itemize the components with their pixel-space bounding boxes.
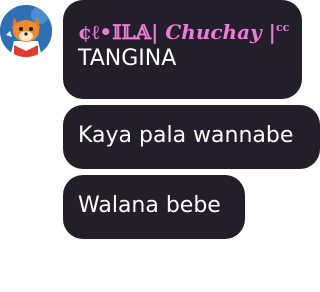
sender-name[interactable]: ¢ℓ•𝕀𝕃𝔸| Chuchay |cc [78, 14, 290, 44]
message-text: Walana bebe [78, 193, 221, 218]
message-text: Kaya pala wannabe [78, 123, 294, 148]
sender-name-prefix: ¢ℓ•𝕀𝕃𝔸| [78, 20, 166, 44]
message-bubble[interactable]: ¢ℓ•𝕀𝕃𝔸| Chuchay |cc TANGINA [63, 0, 302, 99]
fox-character-avatar-icon [0, 5, 52, 57]
message-bubble[interactable]: Kaya pala wannabe [63, 105, 320, 169]
sender-name-main: Chuchay [165, 20, 262, 44]
message-bubble[interactable]: Walana bebe [63, 175, 245, 239]
sender-name-sup: cc [275, 21, 290, 34]
sender-avatar[interactable] [0, 5, 52, 57]
message-text: TANGINA [78, 46, 177, 71]
sender-name-suffix: | [261, 20, 276, 44]
